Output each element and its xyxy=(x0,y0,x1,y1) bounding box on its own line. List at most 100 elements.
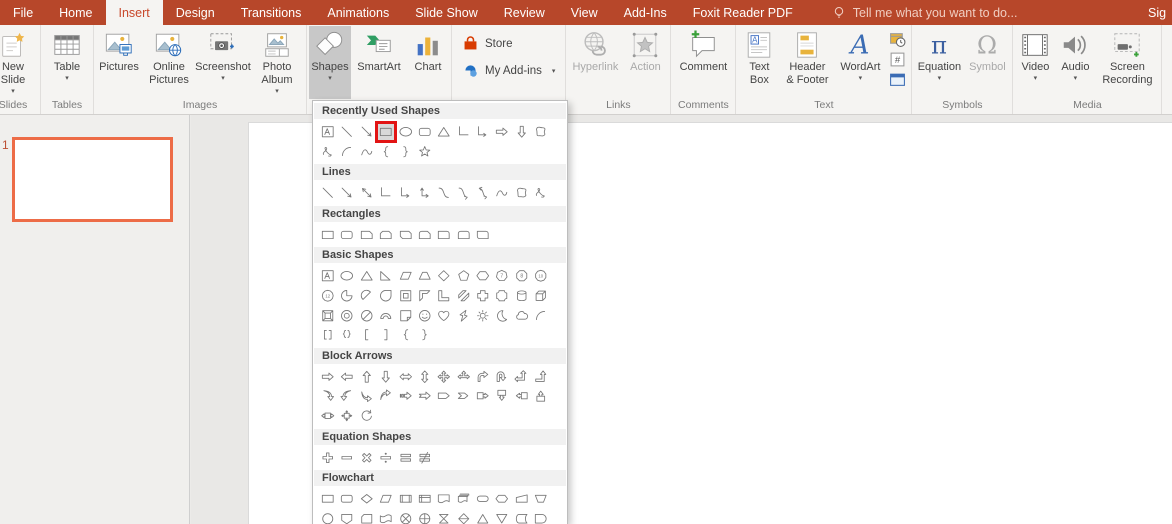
shape-alternate-process[interactable] xyxy=(337,489,356,509)
chart-button[interactable]: Chart xyxy=(407,26,449,99)
shape-oval[interactable] xyxy=(396,122,415,142)
shape-arrow-left-right[interactable] xyxy=(396,367,415,387)
tab-view[interactable]: View xyxy=(558,0,611,25)
shape-cloud[interactable] xyxy=(512,306,531,326)
shape-can[interactable] xyxy=(512,286,531,306)
shape-half-frame[interactable] xyxy=(415,286,434,306)
shape-isosceles-triangle[interactable] xyxy=(434,122,453,142)
shape-snip-diagonal-corner-rectangle[interactable] xyxy=(396,225,415,245)
tab-add-ins[interactable]: Add-Ins xyxy=(611,0,680,25)
shape-donut[interactable] xyxy=(337,306,356,326)
shape-decision[interactable] xyxy=(357,489,376,509)
shape-line[interactable] xyxy=(337,122,356,142)
shape-l-shape[interactable] xyxy=(434,286,453,306)
shape-cross[interactable] xyxy=(473,286,492,306)
shape-isosceles-triangle[interactable] xyxy=(357,266,376,286)
shape-arrow-left[interactable] xyxy=(337,367,356,387)
shape-right-bracket[interactable] xyxy=(376,325,395,345)
wordart-button[interactable]: A WordArt ▾ xyxy=(834,26,886,99)
shape-document[interactable] xyxy=(434,489,453,509)
shape-arrow-right[interactable] xyxy=(493,122,512,142)
shape-round-same-side-corner-rectangle[interactable] xyxy=(454,225,473,245)
shape-arrow-curved-up[interactable] xyxy=(376,386,395,406)
pictures-button[interactable]: Pictures xyxy=(96,26,142,99)
shape-scribble[interactable] xyxy=(531,183,550,203)
shape-regular-pentagon[interactable] xyxy=(454,266,473,286)
shape-arrow-bent-up[interactable] xyxy=(531,367,550,387)
shape-math-multiply[interactable] xyxy=(357,448,376,468)
shape-arrow-striped-right[interactable] xyxy=(396,386,415,406)
shape-text-box[interactable] xyxy=(318,266,337,286)
shape-callout-left-arrow[interactable] xyxy=(512,386,531,406)
shape-manual-input[interactable] xyxy=(512,489,531,509)
shape-curved-arrow-connector[interactable] xyxy=(454,183,473,203)
screenshot-button[interactable]: Screenshot ▾ xyxy=(195,26,251,99)
shape-scribble[interactable] xyxy=(318,142,337,162)
shape-extract[interactable] xyxy=(473,509,492,524)
smartart-button[interactable]: SmartArt xyxy=(351,26,407,99)
table-button[interactable]: Table ▾ xyxy=(43,26,91,99)
tab-foxit-reader-pdf[interactable]: Foxit Reader PDF xyxy=(680,0,806,25)
shape-arrow-quad[interactable] xyxy=(434,367,453,387)
shape-double-bracket[interactable] xyxy=(318,325,337,345)
shape-circular-arrow[interactable] xyxy=(357,406,376,426)
shape-arrow-curved-down[interactable] xyxy=(357,386,376,406)
shape-stored-data[interactable] xyxy=(512,509,531,524)
shape-or[interactable] xyxy=(415,509,434,524)
shape-arrow-up-down[interactable] xyxy=(415,367,434,387)
shape-text-box[interactable] xyxy=(318,122,337,142)
shape-callout-quad-arrow[interactable] xyxy=(337,406,356,426)
shape-terminator[interactable] xyxy=(473,489,492,509)
shape-arrow-left-right-up[interactable] xyxy=(454,367,473,387)
my-add-ins-button[interactable]: My Add-ins ▾ xyxy=(454,57,563,84)
shape-no-symbol[interactable] xyxy=(357,306,376,326)
shape-arrow-bent[interactable] xyxy=(473,367,492,387)
shape-arrow-down[interactable] xyxy=(376,367,395,387)
shape-right-triangle[interactable] xyxy=(376,266,395,286)
shape-round-single-corner-rectangle[interactable] xyxy=(434,225,453,245)
shape-arrow-pentagon[interactable] xyxy=(434,386,453,406)
shape-cube[interactable] xyxy=(531,286,550,306)
shape-math-division[interactable] xyxy=(376,448,395,468)
online-pictures-button[interactable]: Online Pictures xyxy=(142,26,196,99)
tell-me-search[interactable]: Tell me what you want to do... xyxy=(822,0,1028,25)
tab-insert[interactable]: Insert xyxy=(105,0,163,25)
shape-punched-tape[interactable] xyxy=(376,509,395,524)
shape-snip-and-round-single-corner-rectangle[interactable] xyxy=(415,225,434,245)
shape-arc[interactable] xyxy=(531,306,550,326)
insert-date-time-button[interactable] xyxy=(889,31,906,48)
shape-chord[interactable] xyxy=(357,286,376,306)
shape-trapezoid[interactable] xyxy=(415,266,434,286)
shape-teardrop[interactable] xyxy=(376,286,395,306)
tab-file[interactable]: File xyxy=(0,0,46,25)
shape-curved-connector[interactable] xyxy=(434,183,453,203)
tab-transitions[interactable]: Transitions xyxy=(228,0,315,25)
shape-curved-double-arrow-connector[interactable] xyxy=(473,183,492,203)
shape-rounded-rectangle[interactable] xyxy=(337,225,356,245)
sign-in[interactable]: Sig xyxy=(1148,0,1172,25)
shape-heart[interactable] xyxy=(434,306,453,326)
shape-data[interactable] xyxy=(376,489,395,509)
shape-diamond[interactable] xyxy=(434,266,453,286)
shape-snip-single-corner-rectangle[interactable] xyxy=(357,225,376,245)
shape-pie[interactable] xyxy=(337,286,356,306)
shape-arrow-up[interactable] xyxy=(357,367,376,387)
shape-math-equal[interactable] xyxy=(396,448,415,468)
shape-arrow-curved-right[interactable] xyxy=(318,386,337,406)
shapes-button[interactable]: Shapes ▾ xyxy=(309,26,351,99)
shape-moon[interactable] xyxy=(493,306,512,326)
shape-folded-corner[interactable] xyxy=(396,306,415,326)
shape-callout-left-right-arrow[interactable] xyxy=(318,406,337,426)
shape-block-arc[interactable] xyxy=(376,306,395,326)
shape-left-brace[interactable] xyxy=(376,142,395,162)
shape-math-not-equal[interactable] xyxy=(415,448,434,468)
shape-right-brace[interactable] xyxy=(415,325,434,345)
insert-object-button[interactable] xyxy=(889,71,906,88)
shape-double-arrow[interactable] xyxy=(357,183,376,203)
shape-dodecagon[interactable]: 12 xyxy=(318,286,337,306)
shape-callout-right-arrow[interactable] xyxy=(473,386,492,406)
shape-elbow-connector[interactable] xyxy=(454,122,473,142)
store-button[interactable]: Store xyxy=(454,30,563,57)
shape-freeform-shape[interactable] xyxy=(512,183,531,203)
shape-octagon[interactable]: 8 xyxy=(512,266,531,286)
